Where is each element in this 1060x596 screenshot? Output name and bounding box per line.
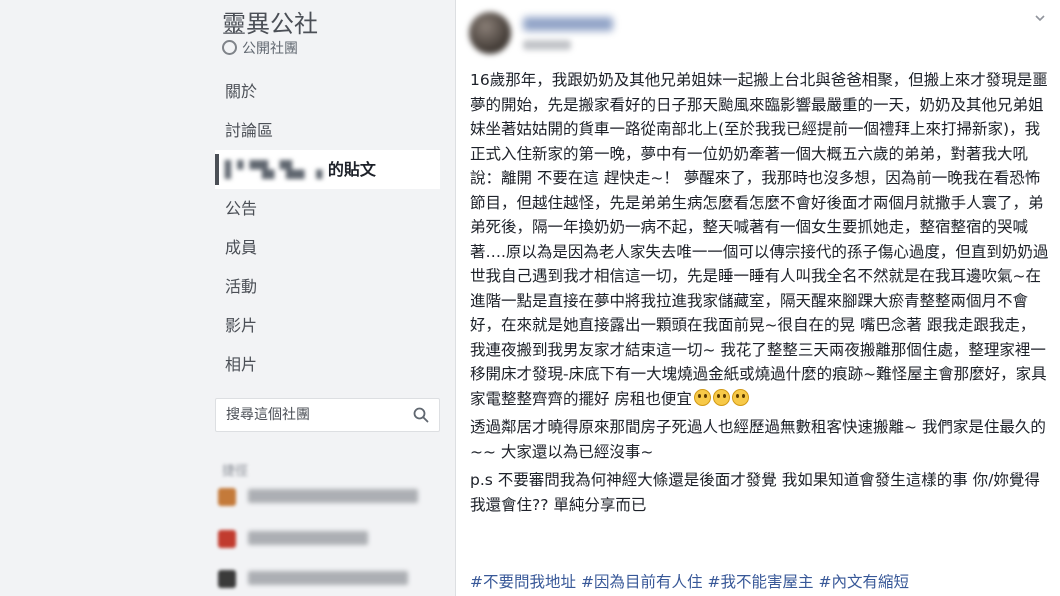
group-privacy: 公開社團 xyxy=(222,38,298,58)
nav-label: 的貼文 xyxy=(327,160,376,179)
emoji-icon xyxy=(731,388,749,406)
post-paragraph: 16歲那年，我跟奶奶及其他兄弟姐妹一起搬上台北與爸爸相聚，但搬上來才發現是噩夢的… xyxy=(470,68,1050,411)
post-paragraph: 透過鄰居才曉得原來那間房子死過人也經歷過無數租客快速搬離~ 我們家是住最久的~~… xyxy=(470,418,1046,461)
chevron-down-icon[interactable] xyxy=(1034,12,1046,24)
nav-discussion[interactable]: 討論區 xyxy=(215,111,440,150)
hashtag-link[interactable]: #不要問我地址 xyxy=(470,573,576,591)
hashtag-link[interactable]: #因為目前有人住 xyxy=(581,573,703,591)
emoji-icon xyxy=(712,388,730,406)
nav-videos[interactable]: 影片 xyxy=(215,306,440,345)
hashtags: #不要問我地址 #因為目前有人住 #我不能害屋主 #內文有縮短 xyxy=(470,570,914,594)
blurred-author-name[interactable] xyxy=(523,17,613,31)
blurred-member-name: ▌▘▀▙ ▜▄ ▗ xyxy=(225,160,323,179)
group-type-label: 公開社團 xyxy=(242,41,298,57)
search-input[interactable] xyxy=(224,399,408,431)
post-paragraph-text: 16歲那年，我跟奶奶及其他兄弟姐妹一起搬上台北與爸爸相聚，但搬上來才發現是噩夢的… xyxy=(470,71,1049,408)
nav-members[interactable]: 成員 xyxy=(215,228,440,267)
shortcuts-label: 捷徑 xyxy=(222,464,249,479)
shortcut-item[interactable] xyxy=(218,566,438,592)
nav-label: 關於 xyxy=(225,82,258,101)
group-nav: 關於 討論區 ▌▘▀▙ ▜▄ ▗ 的貼文 公告 成員 活動 影片 相片 xyxy=(215,72,440,384)
nav-label: 相片 xyxy=(225,355,258,374)
group-sidebar: 靈異公社 公開社團 關於 討論區 ▌▘▀▙ ▜▄ ▗ 的貼文 公告 成員 活動 … xyxy=(0,0,455,596)
blurred-post-timestamp[interactable] xyxy=(523,40,571,50)
nav-label: 活動 xyxy=(225,277,258,296)
hashtag-link[interactable]: #我不能害屋主 xyxy=(708,573,814,591)
nav-photos[interactable]: 相片 xyxy=(215,345,440,384)
avatar xyxy=(218,488,236,506)
post-card: 16歲那年，我跟奶奶及其他兄弟姐妹一起搬上台北與爸爸相聚，但搬上來才發現是噩夢的… xyxy=(455,0,1060,596)
nav-label: 影片 xyxy=(225,316,258,335)
avatar xyxy=(218,530,236,548)
hashtag-link[interactable]: #內文有縮短 xyxy=(819,573,910,591)
group-name[interactable]: 靈異公社 xyxy=(222,4,318,39)
author-avatar[interactable] xyxy=(469,12,511,54)
blurred-shortcut-name xyxy=(248,571,408,585)
globe-icon xyxy=(222,40,237,55)
post-paragraph: p.s 不要審問我為何神經大條還是後面才發覺 我如果知道會發生這樣的事 你/妳覺… xyxy=(470,471,1040,514)
nav-events[interactable]: 活動 xyxy=(215,267,440,306)
shortcut-item[interactable] xyxy=(218,526,438,552)
nav-label: 成員 xyxy=(225,238,258,257)
nav-label: 討論區 xyxy=(225,121,274,140)
post-text: 16歲那年，我跟奶奶及其他兄弟姐妹一起搬上台北與爸爸相聚，但搬上來才發現是噩夢的… xyxy=(470,68,1050,521)
nav-announcements[interactable]: 公告 xyxy=(215,189,440,228)
shortcut-item[interactable] xyxy=(218,484,438,510)
emoji-icon xyxy=(693,388,711,406)
avatar xyxy=(218,570,236,588)
blurred-shortcut-name xyxy=(248,531,368,545)
blurred-shortcut-name xyxy=(248,489,418,503)
nav-member-posts[interactable]: ▌▘▀▙ ▜▄ ▗ 的貼文 xyxy=(215,150,440,189)
group-search xyxy=(215,398,440,432)
search-icon[interactable] xyxy=(413,407,429,423)
nav-label: 公告 xyxy=(225,199,258,218)
nav-about[interactable]: 關於 xyxy=(215,72,440,111)
